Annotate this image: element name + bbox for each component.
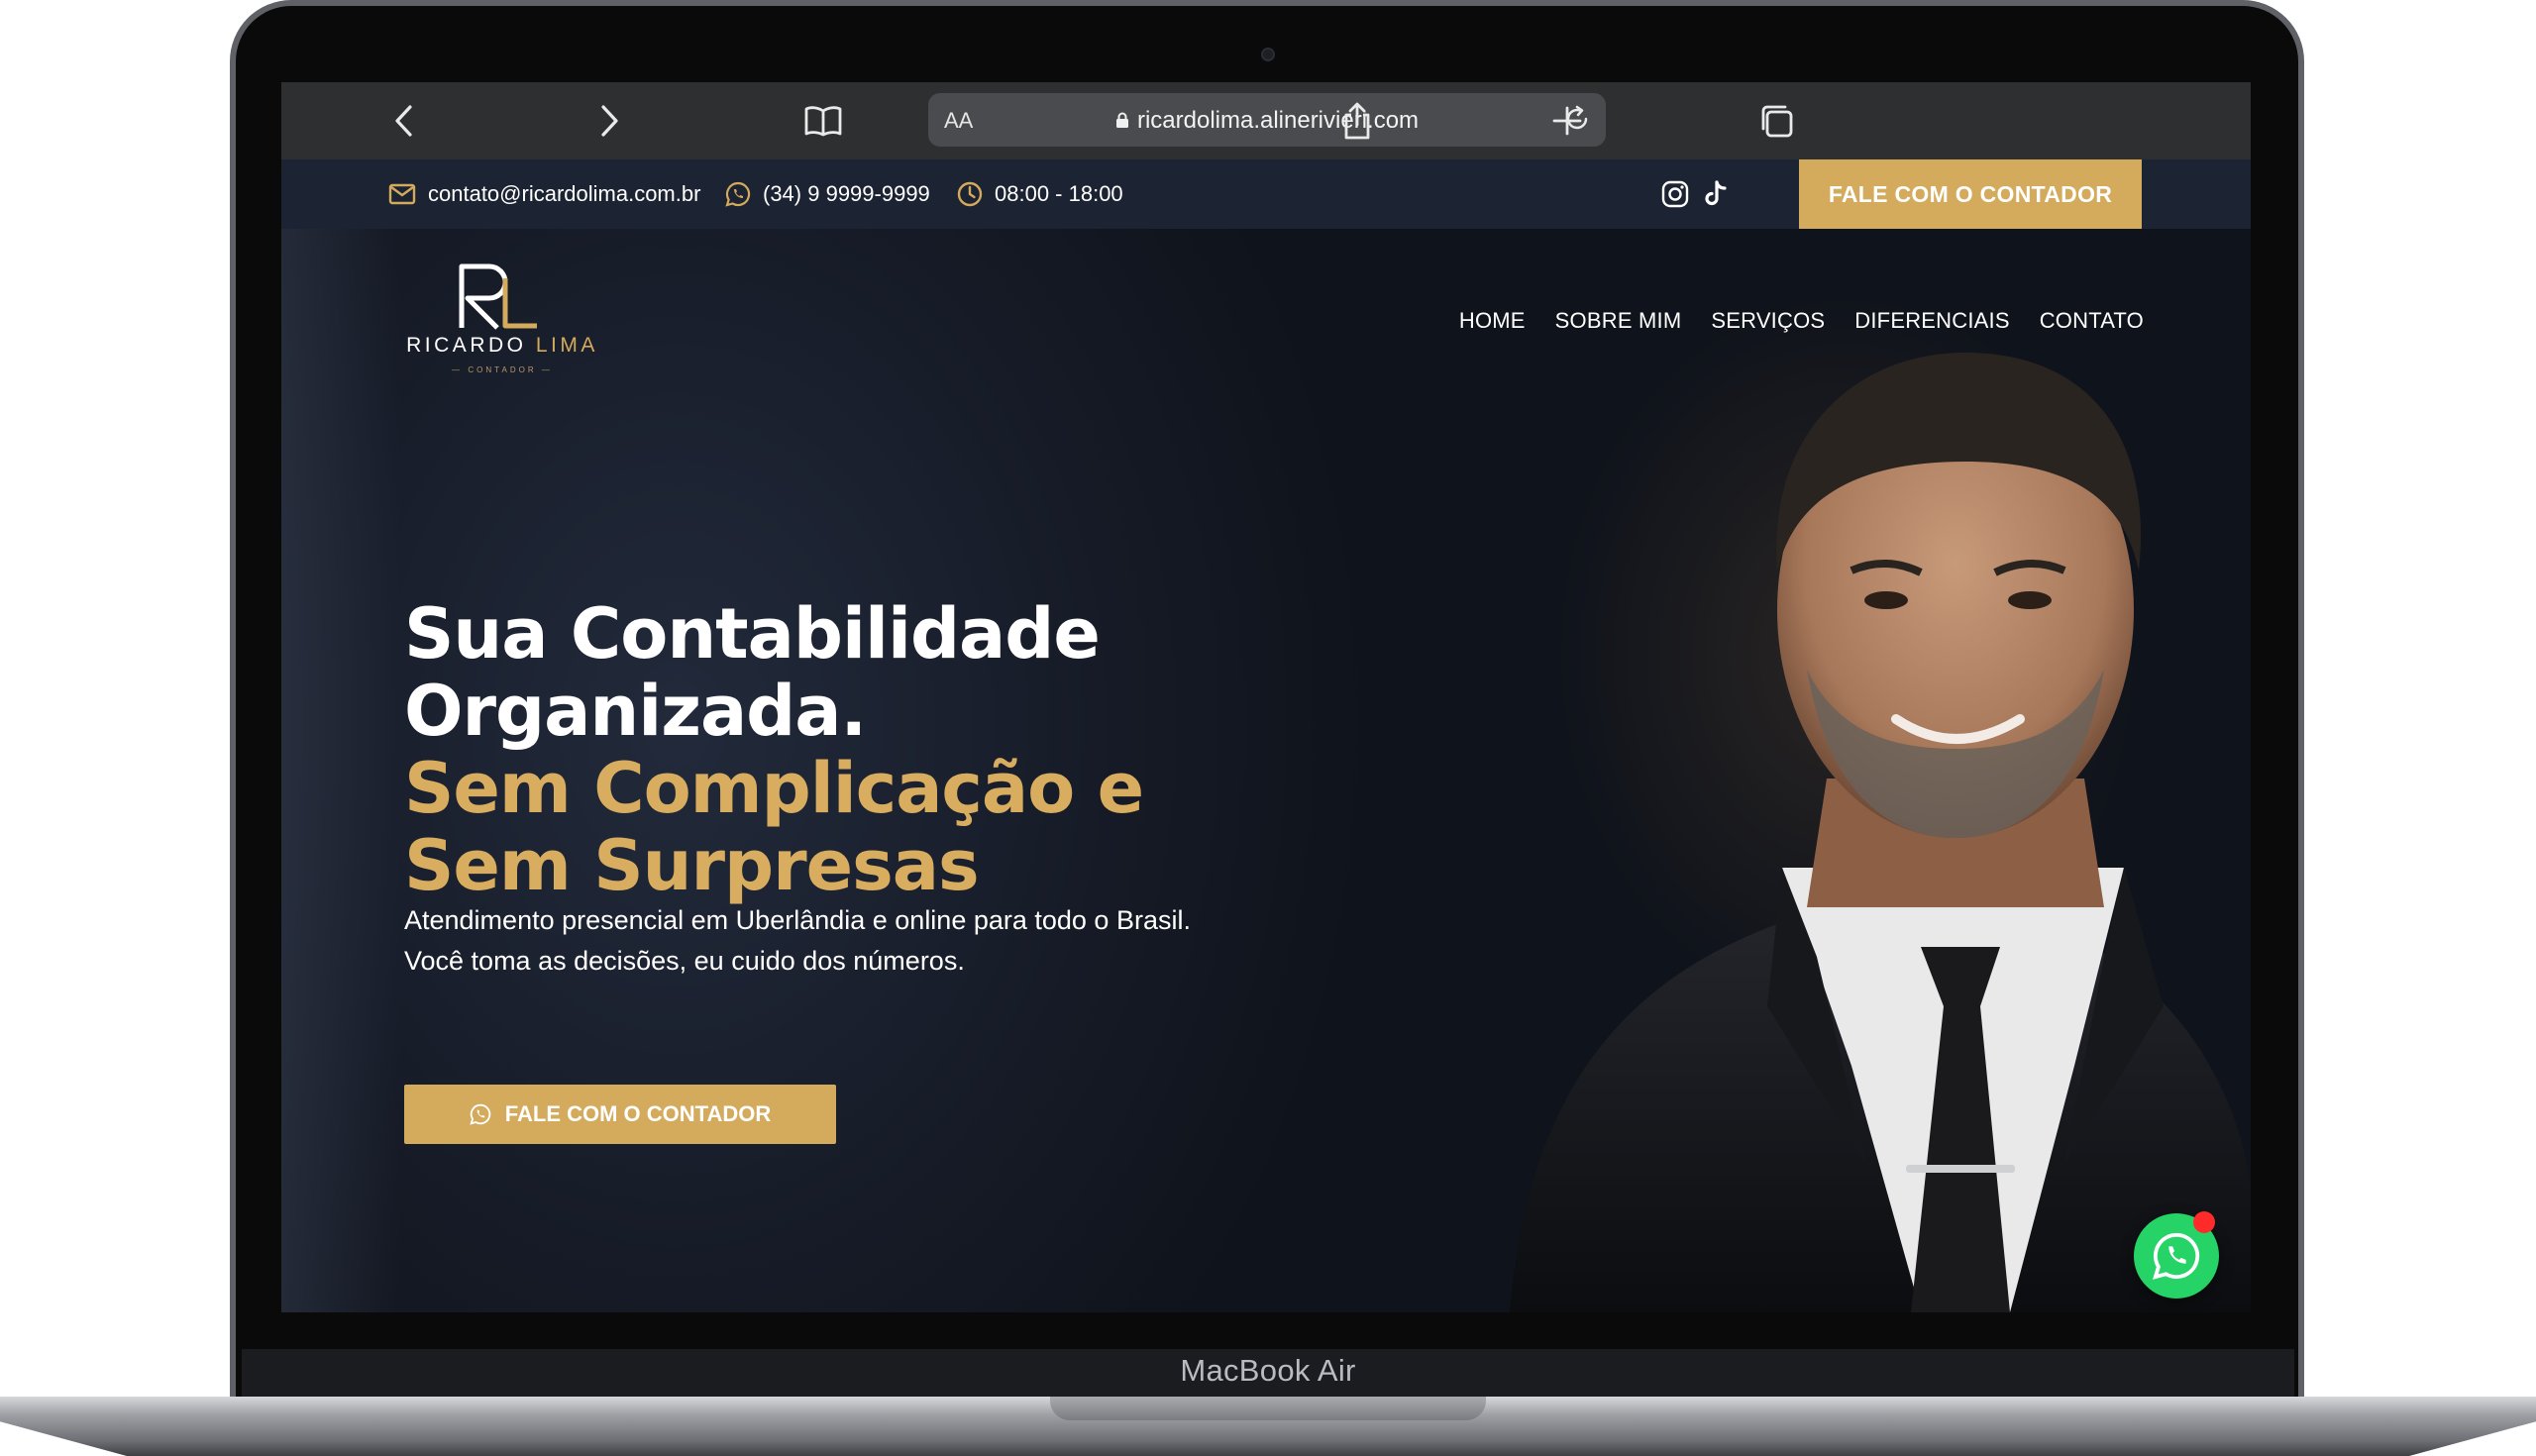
- whatsapp-icon: [470, 1103, 491, 1125]
- headline-line-4: Sem Surpresas: [404, 825, 980, 906]
- phone-text: (34) 9 9999-9999: [763, 181, 930, 206]
- hero-section: RICARDO LIMA — CONTADOR — HOME SOBRE MIM…: [281, 229, 2251, 1312]
- plus-icon[interactable]: [1542, 96, 1592, 146]
- chevron-left-icon[interactable]: [378, 96, 428, 146]
- notification-badge: [2193, 1211, 2215, 1233]
- headline-line-3: Sem Complicação e: [404, 748, 1144, 829]
- instagram-icon[interactable]: [1660, 179, 1690, 209]
- logo-first-name: RICARDO: [406, 334, 527, 357]
- whatsapp-icon: [725, 181, 751, 207]
- hero-subtitle: Atendimento presencial em Uberlândia e o…: [404, 900, 1296, 982]
- hero-headline: Sua Contabilidade Organizada. Sem Compli…: [404, 595, 1296, 904]
- logo-last-name: LIMA: [535, 334, 598, 357]
- hero-cta-label: FALE COM O CONTADOR: [504, 1101, 772, 1126]
- lock-icon: [1115, 112, 1128, 128]
- laptop-notch: [1050, 1397, 1486, 1420]
- logo-monogram: [459, 263, 537, 330]
- device-label: MacBook Air: [1180, 1353, 1356, 1388]
- address-bar[interactable]: AA ricardolima.alinerivieri.com: [928, 93, 1606, 147]
- hero-cta-button[interactable]: FALE COM O CONTADOR: [404, 1085, 836, 1144]
- site-logo[interactable]: RICARDO LIMA — CONTADOR —: [398, 257, 606, 385]
- tabs-icon[interactable]: [1751, 96, 1801, 146]
- headline-line-2: Organizada.: [404, 671, 867, 752]
- topbar-email[interactable]: contato@ricardolima.com.br: [388, 159, 700, 229]
- screen: AA ricardolima.alinerivieri.com contato@…: [281, 82, 2251, 1312]
- clock-icon: [957, 181, 983, 207]
- email-text: contato@ricardolima.com.br: [428, 181, 701, 206]
- logo-tagline: CONTADOR: [468, 365, 537, 374]
- topbar-hours: 08:00 - 18:00: [957, 159, 1123, 229]
- subtitle-line-2: Você toma as decisões, eu cuido dos núme…: [404, 946, 965, 976]
- accountant-portrait: [1510, 353, 2251, 1312]
- hero-decoration: [281, 229, 400, 1312]
- topbar-phone[interactable]: (34) 9 9999-9999: [725, 159, 930, 229]
- hours-text: 08:00 - 18:00: [995, 181, 1123, 206]
- browser-toolbar: AA ricardolima.alinerivieri.com: [281, 82, 2251, 159]
- subtitle-line-1: Atendimento presencial em Uberlândia e o…: [404, 905, 1191, 935]
- topbar-cta-button[interactable]: FALE COM O CONTADOR: [1799, 159, 2142, 229]
- tiktok-icon[interactable]: [1700, 179, 1730, 209]
- share-icon[interactable]: [1332, 96, 1382, 146]
- mail-icon: [388, 183, 416, 205]
- whatsapp-icon: [2153, 1232, 2200, 1280]
- chevron-right-icon[interactable]: [585, 96, 635, 146]
- book-icon[interactable]: [798, 96, 848, 146]
- headline-line-1: Sua Contabilidade: [404, 593, 1101, 675]
- camera-icon: [1261, 48, 1275, 61]
